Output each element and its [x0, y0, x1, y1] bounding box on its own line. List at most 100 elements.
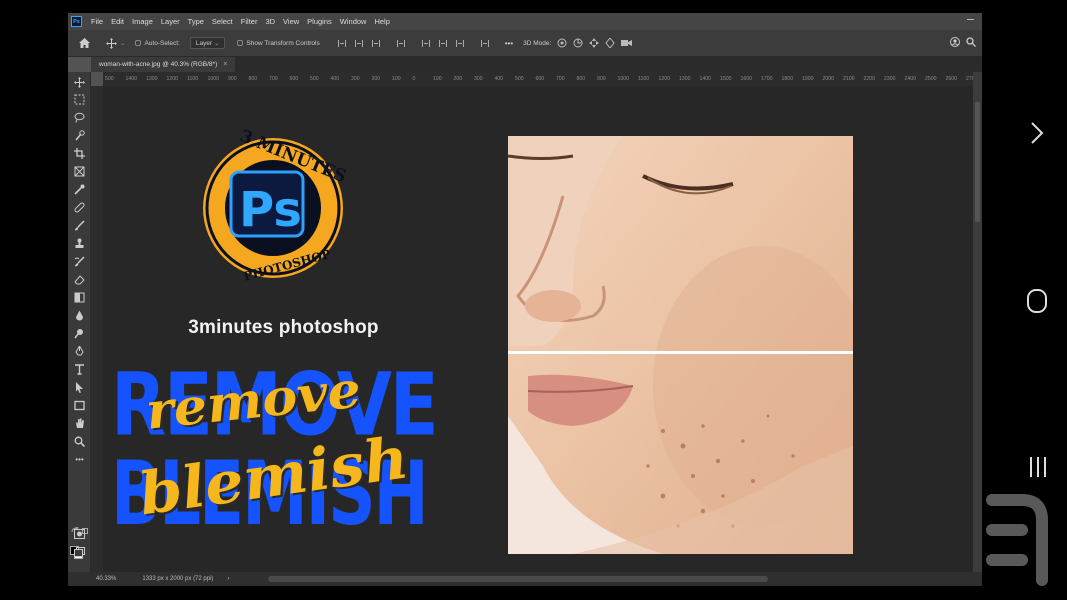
distribute-vertical-icon[interactable] — [480, 39, 489, 47]
ruler-tick-label: 2700 — [966, 76, 973, 82]
ruler-tick-label: 100 — [392, 76, 401, 82]
align-center-icon[interactable] — [354, 39, 363, 47]
move-tool-icon[interactable]: ⌄ — [106, 37, 125, 49]
menu-3d[interactable]: 3D — [261, 17, 279, 26]
ruler-tick-label: 1300 — [146, 76, 158, 82]
align-bottom-icon[interactable] — [455, 39, 464, 47]
clone-stamp-tool[interactable] — [74, 238, 85, 249]
camera-3d-icon[interactable] — [621, 38, 633, 48]
ruler-tick-label: 2100 — [843, 76, 855, 82]
menu-filter[interactable]: Filter — [237, 17, 262, 26]
status-bar: 40.33% 1333 px x 2000 px (72 ppi) › — [68, 572, 982, 586]
roll-3d-icon[interactable] — [573, 38, 583, 48]
hand-tool[interactable] — [74, 418, 85, 429]
transform-controls-checkbox[interactable]: Show Transform Controls — [237, 40, 320, 47]
dodge-tool[interactable] — [74, 328, 85, 339]
type-tool[interactable] — [74, 364, 85, 375]
auto-select-dropdown[interactable]: Layer ⌄ — [189, 37, 226, 49]
more-options-button[interactable]: ••• — [505, 39, 513, 48]
horizontal-scrollbar[interactable] — [268, 576, 768, 582]
auto-select-value: Layer — [195, 40, 213, 47]
menu-select[interactable]: Select — [208, 17, 237, 26]
crop-tool[interactable] — [74, 148, 85, 159]
ruler-tick-label: 1400 — [699, 76, 712, 82]
menu-view[interactable]: View — [279, 17, 303, 26]
circle-home-icon[interactable] — [1026, 288, 1048, 314]
mode-3d-controls — [557, 38, 633, 48]
history-brush-tool[interactable] — [74, 256, 85, 267]
align-top-icon[interactable] — [421, 39, 430, 47]
zoom-tool[interactable] — [74, 436, 85, 447]
checkbox-box[interactable] — [237, 40, 244, 46]
menu-plugins[interactable]: Plugins — [303, 17, 336, 26]
search-icon[interactable] — [966, 37, 976, 47]
auto-select-checkbox[interactable]: Auto-Select: — [135, 39, 180, 47]
home-icon[interactable] — [79, 38, 90, 48]
chevron-right-icon[interactable] — [1030, 121, 1044, 145]
screen-mode-icon[interactable] — [74, 547, 85, 558]
healing-brush-tool[interactable] — [74, 202, 85, 213]
options-right — [950, 37, 976, 47]
ruler-tick-label: 1700 — [761, 76, 773, 82]
menu-edit[interactable]: Edit — [107, 17, 128, 26]
ruler-tick-label: 400 — [494, 76, 504, 82]
distribute-icon[interactable] — [396, 39, 405, 47]
close-icon[interactable]: × — [223, 61, 227, 68]
watermark-logo — [986, 494, 1048, 586]
menu-help[interactable]: Help — [370, 17, 393, 26]
minimize-icon[interactable] — [967, 19, 974, 20]
menu-image[interactable]: Image — [128, 17, 157, 26]
path-selection-tool[interactable] — [74, 382, 85, 393]
ruler-tick-label: 2400 — [904, 76, 917, 82]
marquee-tool[interactable] — [74, 94, 85, 105]
auto-select-label: Auto-Select: — [144, 39, 180, 47]
chevron-down-icon[interactable]: ⌄ — [120, 39, 125, 47]
menu-layer[interactable]: Layer — [157, 17, 184, 26]
quick-select-tool[interactable] — [74, 130, 85, 141]
menu-window[interactable]: Window — [336, 17, 371, 26]
ruler-tick-label: 300 — [474, 76, 483, 82]
ruler-tick-label: 900 — [228, 76, 237, 82]
checkbox-box[interactable] — [135, 40, 142, 46]
move-tool[interactable] — [74, 77, 85, 88]
vertical-scrollbar[interactable] — [975, 102, 980, 222]
align-right-icon[interactable] — [371, 39, 380, 47]
document-canvas[interactable]: Ps 3 MINUTES PHOTOSHOP 3minutes photosho… — [103, 86, 973, 572]
status-arrow[interactable]: › — [227, 576, 229, 582]
slide-3d-icon[interactable] — [605, 38, 615, 48]
frame-tool[interactable] — [74, 166, 85, 177]
ruler-tick-label: 200 — [453, 76, 463, 82]
pen-tool[interactable] — [74, 346, 85, 357]
ruler-tick-label: 300 — [351, 76, 360, 82]
menu-type[interactable]: Type — [184, 17, 208, 26]
ruler-tick-label: 0 — [412, 76, 416, 82]
align-controls — [337, 39, 489, 47]
drag-3d-icon[interactable] — [589, 38, 600, 48]
ruler-tick-label: 400 — [330, 76, 340, 82]
gradient-tool[interactable] — [74, 292, 85, 303]
horizontal-ruler[interactable]: 500 1400 1300 1200 1100 1000 900 800 700 600 500 40… — [103, 72, 973, 86]
menu-file[interactable]: File — [87, 17, 107, 26]
lasso-tool[interactable] — [74, 112, 85, 123]
blur-tool[interactable] — [74, 310, 85, 321]
tools-panel: ••• — [68, 72, 91, 572]
align-middle-icon[interactable] — [438, 39, 447, 47]
ruler-tick-label: 700 — [556, 76, 565, 82]
ruler-tick-label: 500 — [310, 76, 319, 82]
document-tab[interactable]: woman-with-acne.jpg @ 40.3% (RGB/8*) × — [91, 57, 236, 72]
eraser-tool[interactable] — [74, 274, 85, 285]
menu-bar: Ps File Edit Image Layer Type Select Fil… — [68, 13, 982, 30]
align-left-icon[interactable] — [337, 39, 346, 47]
profile-icon[interactable] — [950, 37, 960, 47]
badge-center-text: Ps — [239, 182, 302, 238]
edit-toolbar-button[interactable]: ••• — [74, 456, 85, 467]
quick-mask-icon[interactable] — [74, 529, 85, 540]
orbit-3d-icon[interactable] — [557, 38, 567, 48]
brush-tool[interactable] — [74, 220, 85, 231]
document-tab-title: woman-with-acne.jpg @ 40.3% (RGB/8*) — [99, 61, 218, 68]
eyedropper-tool[interactable] — [74, 184, 85, 195]
zoom-level[interactable]: 40.33% — [96, 576, 116, 582]
ruler-tick-label: 2200 — [863, 76, 876, 82]
vertical-ruler[interactable] — [91, 86, 103, 572]
rectangle-tool[interactable] — [74, 400, 85, 411]
